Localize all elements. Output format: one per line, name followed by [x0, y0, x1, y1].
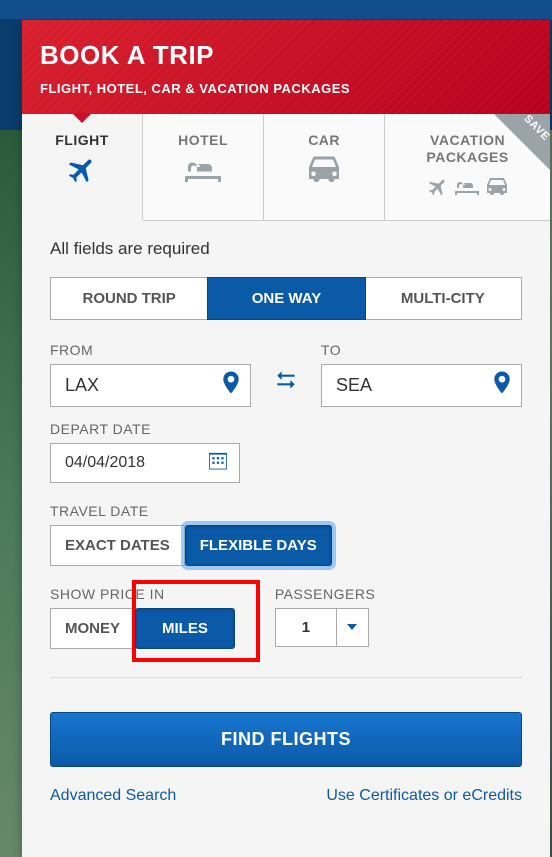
tab-vacation-packages[interactable]: SAVE VACATION PACKAGES: [385, 114, 550, 220]
ecredits-link[interactable]: Use Certificates or eCredits: [326, 787, 522, 805]
miles-button[interactable]: MILES: [135, 608, 235, 649]
show-price-label: SHOW PRICE IN: [50, 586, 235, 602]
passengers-select[interactable]: 1: [275, 608, 369, 647]
top-nav-bar: [0, 0, 552, 20]
to-field: TO SEA: [321, 342, 522, 407]
depart-date-value: 04/04/2018: [65, 454, 145, 471]
to-value: SEA: [336, 375, 372, 395]
passengers-label: PASSENGERS: [275, 586, 375, 602]
dropdown-arrow-icon[interactable]: [336, 609, 368, 646]
exact-dates-button[interactable]: EXACT DATES: [50, 525, 185, 566]
airplane-icon: [66, 154, 98, 191]
from-input[interactable]: LAX: [50, 364, 251, 407]
one-way-button[interactable]: ONE WAY: [207, 277, 365, 320]
booking-panel: BOOK A TRIP FLIGHT, HOTEL, CAR & VACATIO…: [22, 20, 550, 857]
bottom-links: Advanced Search Use Certificates or eCre…: [50, 787, 522, 805]
tab-car-label: CAR: [268, 132, 380, 149]
depart-date-input[interactable]: 04/04/2018: [50, 443, 240, 483]
location-pin-icon: [493, 372, 511, 399]
passengers-value: 1: [276, 609, 336, 646]
tab-hotel[interactable]: HOTEL: [143, 114, 264, 220]
depart-label: DEPART DATE: [50, 421, 522, 437]
swap-airports-button[interactable]: [271, 370, 301, 407]
tab-flight[interactable]: FLIGHT: [22, 114, 143, 221]
find-flights-button[interactable]: FIND FLIGHTS: [50, 712, 522, 767]
flexible-days-button[interactable]: FLEXIBLE DAYS: [185, 525, 332, 566]
calendar-icon: [209, 451, 227, 474]
money-button[interactable]: MONEY: [50, 608, 135, 649]
location-pin-icon: [222, 372, 240, 399]
travel-date-section: TRAVEL DATE EXACT DATES FLEXIBLE DAYS: [50, 503, 522, 566]
multi-city-button[interactable]: MULTI-CITY: [365, 278, 521, 319]
form-body: All fields are required ROUND TRIP ONE W…: [22, 221, 550, 829]
depart-field: DEPART DATE 04/04/2018: [50, 421, 522, 483]
product-tabs: FLIGHT HOTEL CAR: [22, 114, 550, 221]
price-passengers-row: SHOW PRICE IN MONEY MILES PASSENGERS 1: [50, 586, 522, 649]
tab-active-caret: [72, 113, 92, 123]
required-fields-text: All fields are required: [50, 239, 522, 259]
round-trip-button[interactable]: ROUND TRIP: [51, 278, 208, 319]
advanced-search-link[interactable]: Advanced Search: [50, 787, 176, 805]
travel-date-label: TRAVEL DATE: [50, 503, 522, 519]
airplane-icon: [427, 176, 449, 203]
from-value: LAX: [65, 375, 99, 395]
bed-icon: [185, 157, 221, 188]
to-label: TO: [321, 342, 522, 358]
tab-car[interactable]: CAR: [264, 114, 385, 220]
bed-icon: [455, 178, 479, 201]
tab-flight-label: FLIGHT: [26, 132, 138, 149]
show-price-section: SHOW PRICE IN MONEY MILES: [50, 586, 235, 649]
from-label: FROM: [50, 342, 251, 358]
divider: FIND FLIGHTS Advanced Search Use Certifi…: [50, 677, 522, 805]
car-icon: [306, 156, 342, 189]
tab-hotel-label: HOTEL: [147, 132, 259, 149]
from-field: FROM LAX: [50, 342, 251, 407]
passengers-section: PASSENGERS 1: [275, 586, 375, 649]
to-input[interactable]: SEA: [321, 364, 522, 407]
panel-header: BOOK A TRIP FLIGHT, HOTEL, CAR & VACATIO…: [22, 20, 550, 114]
panel-title: BOOK A TRIP: [40, 40, 532, 71]
car-icon: [485, 178, 509, 201]
trip-type-toggle: ROUND TRIP ONE WAY MULTI-CITY: [50, 277, 522, 320]
panel-subtitle: FLIGHT, HOTEL, CAR & VACATION PACKAGES: [40, 81, 532, 96]
